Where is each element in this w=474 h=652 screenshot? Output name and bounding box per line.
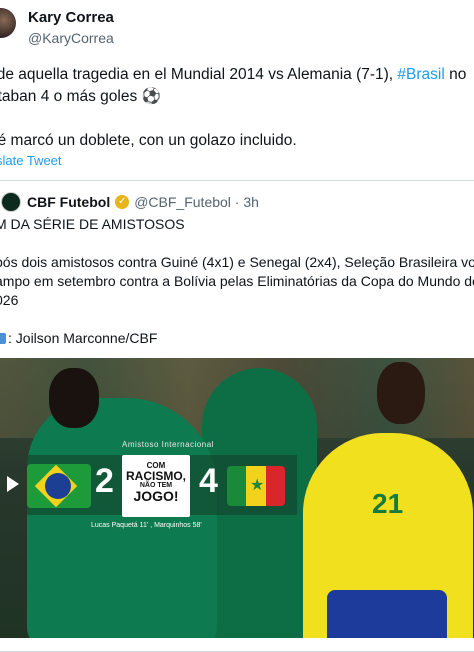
author-name[interactable]: Kary Correa xyxy=(28,9,114,26)
photo-credit: : Joilson Marconne/CBF xyxy=(8,330,158,346)
badge-line-2: RACISMO, xyxy=(126,469,186,483)
quoted-text: M DA SÉRIE DE AMISTOSOS pós dois amistos… xyxy=(0,215,474,348)
quoted-line-2: pós dois amistosos contra Guiné (4x1) e … xyxy=(0,254,474,270)
player-brazil-shorts xyxy=(327,590,447,638)
badge-line-4: JOGO! xyxy=(133,488,179,504)
quoted-meta: @CBF_Futebol · 3h xyxy=(134,194,259,210)
quoted-tweet[interactable]: CBF Futebol ✓ @CBF_Futebol · 3h M DA SÉR… xyxy=(0,180,474,652)
quoted-line-1: M DA SÉRIE DE AMISTOSOS xyxy=(0,216,185,232)
home-score: 2 xyxy=(95,462,114,500)
quoted-line-4: 026 xyxy=(0,292,19,308)
play-icon xyxy=(7,476,19,492)
scoreboard-title: Amistoso Internacional xyxy=(122,440,214,449)
match-photo[interactable]: 21 Amistoso Internacional 2 COM RACISMO,… xyxy=(0,358,474,638)
quoted-header: CBF Futebol ✓ @CBF_Futebol · 3h xyxy=(1,192,259,212)
author-handle[interactable]: @KaryCorrea xyxy=(28,30,114,46)
player-head-left xyxy=(49,368,99,428)
cbf-logo-icon xyxy=(1,192,21,212)
brazil-flag-icon xyxy=(27,464,91,508)
anti-racism-badge: COM RACISMO, NÃO TEM JOGO! xyxy=(122,455,190,517)
away-score: 4 xyxy=(199,462,218,500)
tweet-text: sde aquella tragedia en el Mundial 2014 … xyxy=(0,64,474,152)
tweet-line-2: otaban 4 o más goles ⚽ xyxy=(0,88,161,105)
jersey-number: 21 xyxy=(372,488,404,519)
quoted-line-3: ampo em setembro contra a Bolívia pelas … xyxy=(0,273,474,289)
tweet-line-1-end: no xyxy=(444,66,467,83)
tweet-line-3: né marcó un doblete, con un golazo inclu… xyxy=(0,132,297,149)
scorers-text: Lucas Paquetá 11' , Marquinhos 58' xyxy=(91,522,202,529)
avatar[interactable] xyxy=(0,8,16,38)
player-head-right xyxy=(377,362,425,424)
camera-icon xyxy=(0,333,6,344)
senegal-flag-icon: ★ xyxy=(227,466,285,506)
verified-badge-icon: ✓ xyxy=(115,195,130,209)
player-senegal-left xyxy=(27,398,217,638)
hashtag-link[interactable]: #Brasil xyxy=(397,66,444,83)
quoted-author-name: CBF Futebol xyxy=(27,194,111,210)
translate-tweet-link[interactable]: slate Tweet xyxy=(0,153,62,168)
tweet-line-1: sde aquella tragedia en el Mundial 2014 … xyxy=(0,66,398,83)
